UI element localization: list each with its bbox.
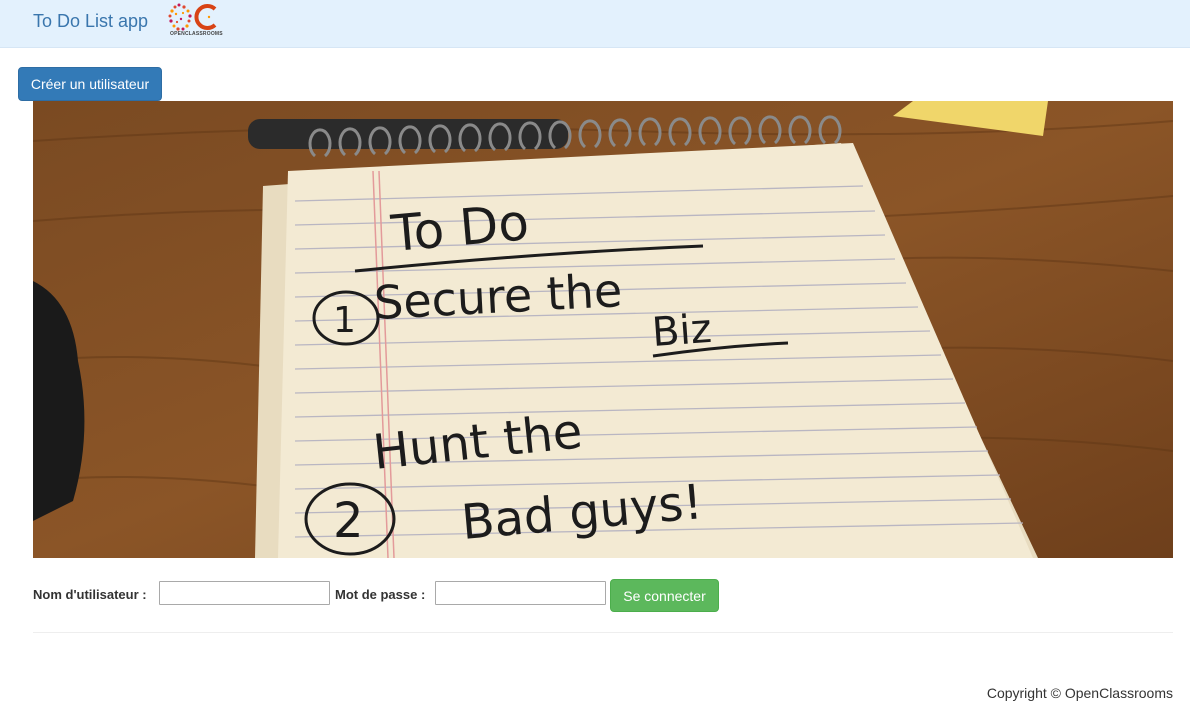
hero-title: To Do	[388, 193, 531, 263]
footer-copyright: Copyright © OpenClassrooms	[986, 685, 1173, 701]
todo-hero-image: To Do Secure the Biz Hunt the Bad guys! …	[33, 101, 1173, 558]
login-button[interactable]: Se connecter	[610, 579, 719, 612]
username-input[interactable]	[159, 581, 330, 605]
hero-num-2: 2	[333, 493, 364, 549]
brand-link[interactable]: To Do List app	[33, 11, 148, 32]
hero-num-1: 1	[333, 300, 356, 341]
username-label: Nom d'utilisateur :	[33, 587, 147, 602]
password-label: Mot de passe :	[335, 587, 426, 602]
divider	[33, 632, 1173, 633]
logo-text: OPENCLASSROOMS	[170, 31, 223, 37]
password-input[interactable]	[435, 581, 606, 605]
create-user-button[interactable]: Créer un utilisateur	[18, 67, 162, 101]
navbar: To Do List app OPENCLASSROOMS	[0, 0, 1190, 48]
